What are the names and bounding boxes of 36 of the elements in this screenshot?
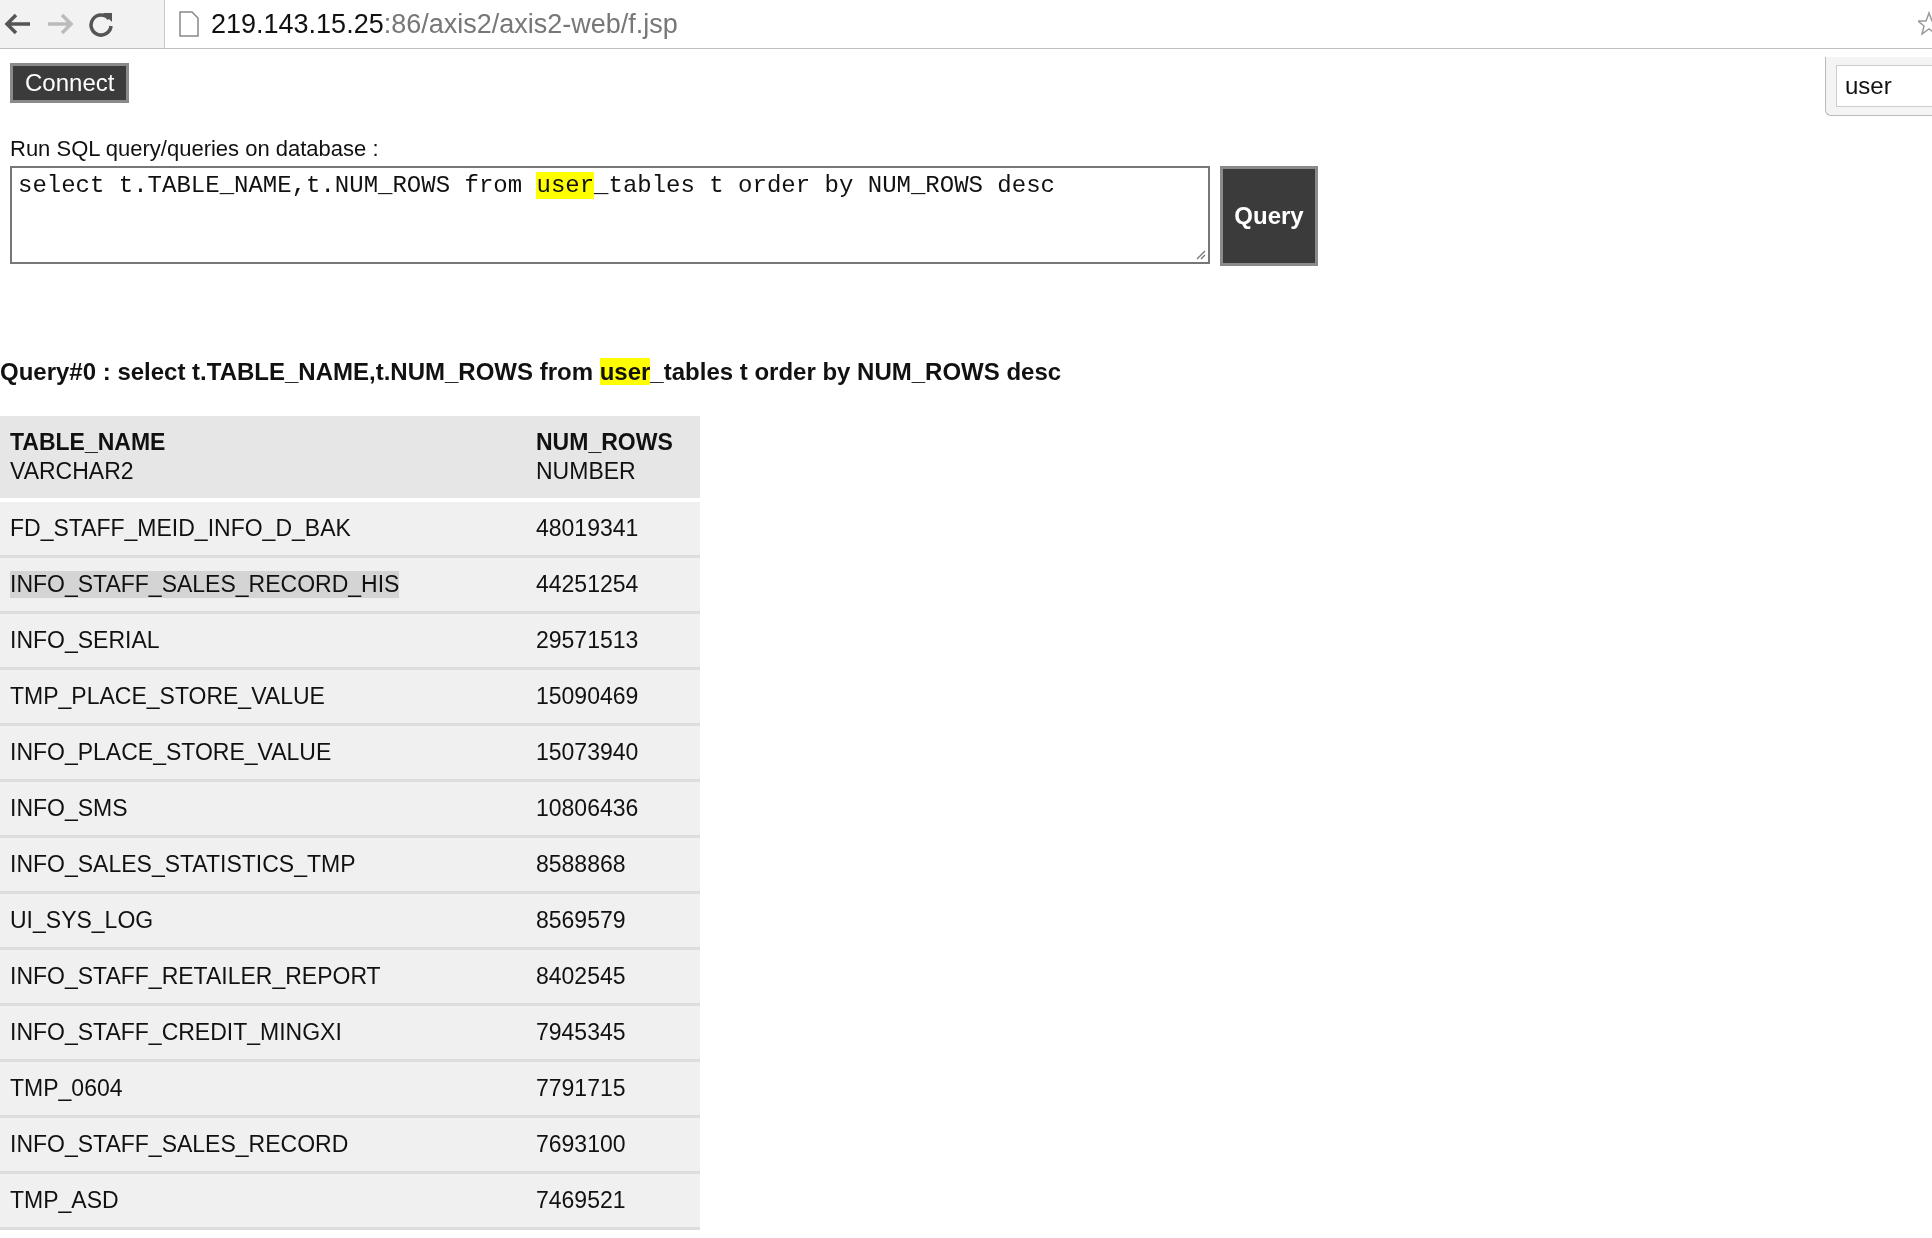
query-label: Run SQL query/queries on database : xyxy=(10,136,380,162)
input-field[interactable]: user xyxy=(1836,65,1932,107)
connect-button[interactable]: Connect xyxy=(10,63,130,103)
resize-handle-icon[interactable] xyxy=(1194,248,1206,260)
table-cell: INFO_PLACE_STORE_VALUE xyxy=(0,726,526,782)
query-title: Query#0 : select t.TABLE_NAME,t.NUM_ROWS from user_tables t order by NUM_ROWS desc xyxy=(0,358,1063,386)
table-cell: 7945345 xyxy=(526,1006,700,1062)
table-cell: INFO_STAFF_SALES_RECORD_HIS xyxy=(0,558,526,614)
table-cell: TMP_0604 xyxy=(0,1062,526,1118)
table-cell: 29571513 xyxy=(526,614,700,670)
page-icon xyxy=(179,11,199,37)
table-cell: 10806436 xyxy=(526,782,700,838)
query-button[interactable]: Query xyxy=(1220,166,1318,266)
table-cell: INFO_SERIAL xyxy=(0,614,526,670)
table-cell: 15073940 xyxy=(526,726,700,782)
address-bar[interactable]: 219.143.15.25:86/axis2/axis2-web/f.jsp xyxy=(211,8,678,40)
back-icon[interactable] xyxy=(4,12,32,36)
table-cell: 8588868 xyxy=(526,838,700,894)
table-cell: FD_STAFF_MEID_INFO_D_BAK xyxy=(0,502,526,558)
table-cell: 15090469 xyxy=(526,670,700,726)
table-cell: TMP_PLACE_STORE_VALUE xyxy=(0,670,526,726)
table-cell: 7469521 xyxy=(526,1174,700,1230)
table-cell: 7791715 xyxy=(526,1062,700,1118)
table-cell: 8569579 xyxy=(526,894,700,950)
table-cell: 48019341 xyxy=(526,502,700,558)
reload-icon[interactable] xyxy=(88,11,114,37)
table-cell: INFO_STAFF_CREDIT_MINGXI xyxy=(0,1006,526,1062)
table-cell: INFO_SALES_STATISTICS_TMP xyxy=(0,838,526,894)
table-cell: INFO_SMS xyxy=(0,782,526,838)
table-cell: INFO_STAFF_RETAILER_REPORT xyxy=(0,950,526,1006)
table-cell: TMP_ASD xyxy=(0,1174,526,1230)
table-cell: 44251254 xyxy=(526,558,700,614)
table-cell: INFO_STAFF_SALES_RECORD xyxy=(0,1118,526,1174)
table-cell: 8402545 xyxy=(526,950,700,1006)
table-cell: UI_SYS_LOG xyxy=(0,894,526,950)
table-cell: 7693100 xyxy=(526,1118,700,1174)
